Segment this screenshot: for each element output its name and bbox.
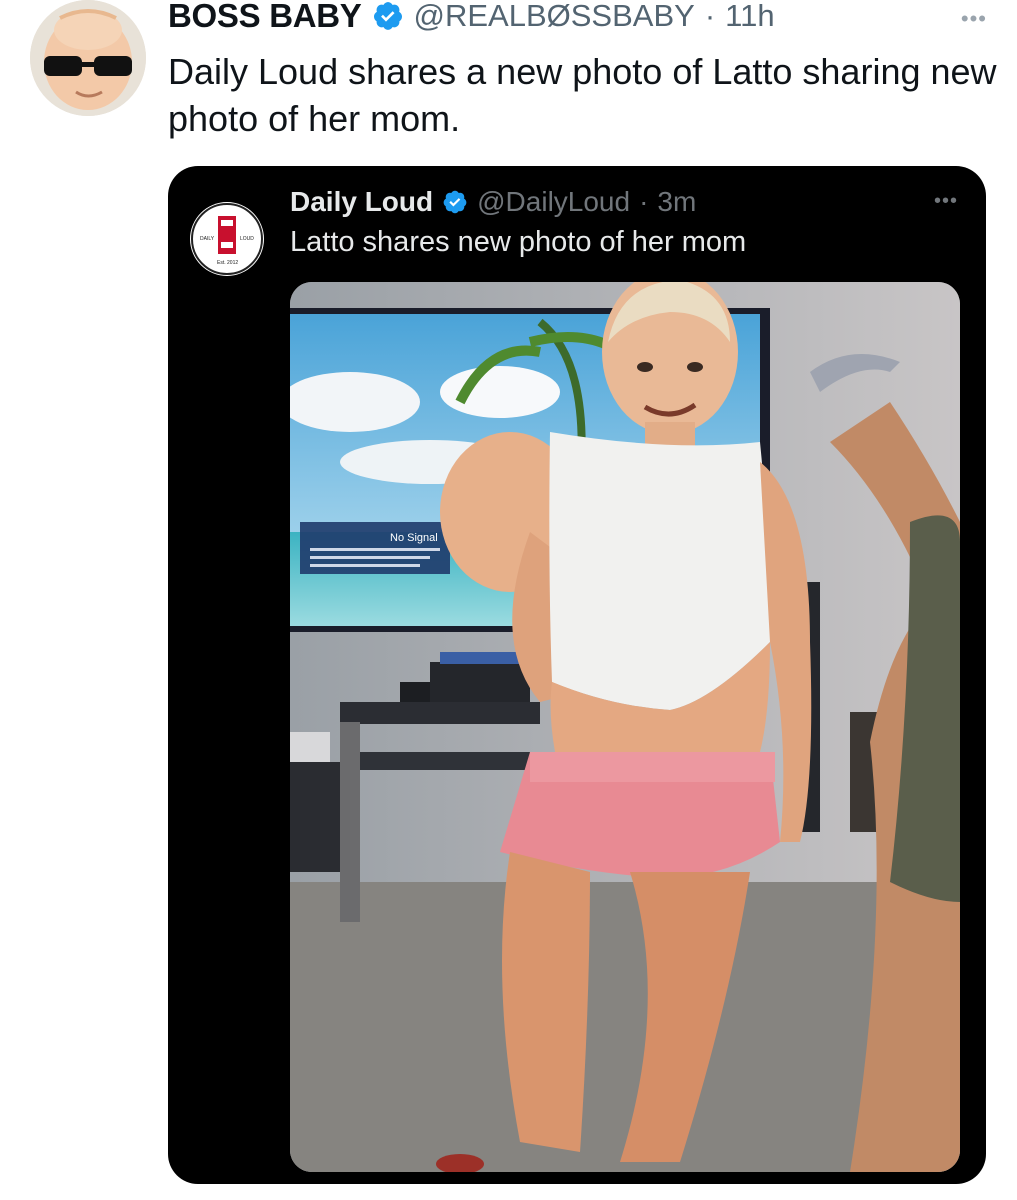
display-name[interactable]: BOSS BABY (168, 0, 362, 35)
tweet-text: Daily Loud shares a new photo of Latto s… (168, 51, 997, 139)
tweet-header: BOSS BABY @REALBØSSBABY · 11h (168, 0, 775, 36)
logo-text-daily: DAILY (200, 236, 215, 242)
verified-badge-icon (442, 189, 468, 215)
quoted-handle[interactable]: @DailyLoud (477, 186, 630, 218)
daily-loud-logo: DAILY LOUD Est. 2012 (191, 203, 263, 275)
quoted-tweet-text: Latto shares new photo of her mom (290, 226, 747, 258)
more-horizontal-icon[interactable]: ••• (961, 6, 987, 32)
tweet-photo[interactable]: No Signal (290, 282, 960, 1172)
handle[interactable]: @REALBØSSBABY (414, 0, 695, 34)
boss-baby-avatar-image (30, 0, 146, 116)
living-room-photo: No Signal (290, 282, 960, 1172)
daily-loud-avatar[interactable]: DAILY LOUD Est. 2012 (190, 202, 264, 276)
more-horizontal-icon[interactable]: ••• (934, 190, 958, 213)
timestamp[interactable]: 11h (725, 0, 774, 34)
separator-dot: · (704, 0, 716, 33)
verified-badge-icon (372, 0, 404, 32)
quoted-tweet-card[interactable]: DAILY LOUD Est. 2012 Daily Loud @DailyLo… (168, 166, 986, 1184)
separator-dot: · (639, 186, 649, 217)
quoted-tweet-header: Daily Loud @DailyLoud · 3m (290, 186, 696, 218)
quoted-display-name[interactable]: Daily Loud (290, 186, 433, 218)
tv-no-signal-text: No Signal (390, 532, 438, 544)
logo-text-loud: LOUD (240, 236, 254, 242)
avatar[interactable] (30, 0, 146, 116)
logo-text-est: Est. 2012 (217, 260, 238, 266)
quoted-timestamp[interactable]: 3m (657, 186, 696, 218)
